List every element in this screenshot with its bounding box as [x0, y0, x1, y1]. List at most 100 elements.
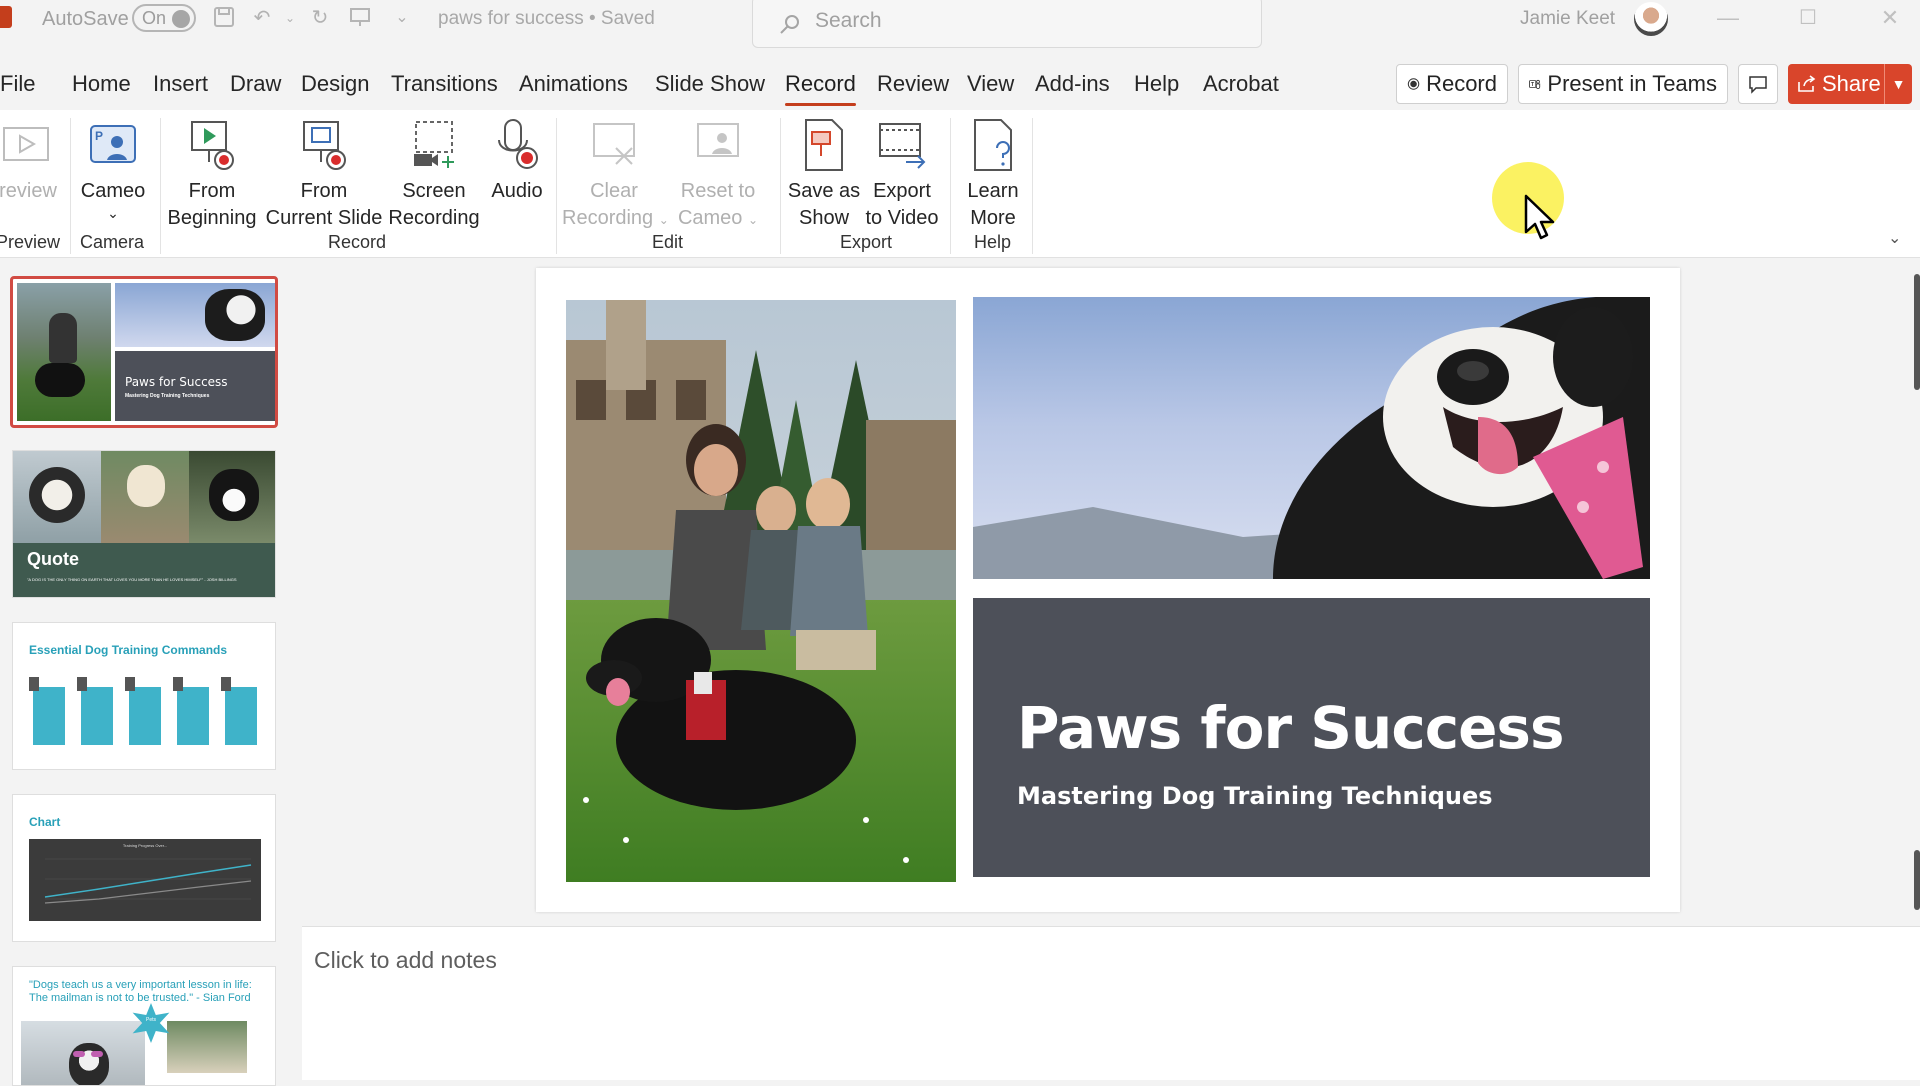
notes-placeholder: Click to add notes [314, 947, 497, 973]
cameo-label: Cameo [80, 180, 146, 202]
tab-review[interactable]: Review [877, 71, 949, 97]
share-icon [1798, 75, 1816, 92]
ribbon-record: review Preview P Cameo ⌄ Camera From Beg… [0, 110, 1920, 258]
vertical-scrollbar-thumb[interactable] [1914, 274, 1920, 390]
search-box[interactable]: Search [752, 0, 1262, 48]
ribbon-separator [1032, 118, 1033, 254]
undo-icon[interactable]: ↶ [250, 6, 274, 30]
tab-insert[interactable]: Insert [153, 71, 208, 97]
user-name[interactable]: Jamie Keet [1520, 8, 1615, 30]
customize-quick-access-icon[interactable]: ⌄ [390, 6, 414, 30]
document-title[interactable]: paws for success • Saved [438, 8, 655, 30]
group-label-export: Export [840, 232, 893, 252]
thumb-4-title: Chart [29, 815, 61, 829]
screen-recording-line1: Screen [402, 180, 466, 202]
record-button[interactable]: Record [1396, 64, 1508, 104]
share-button[interactable]: Share ▼ [1788, 64, 1912, 104]
tab-acrobat[interactable]: Acrobat [1203, 71, 1279, 97]
powerpoint-logo-icon [0, 6, 12, 28]
collapse-ribbon-chevron-icon[interactable]: ⌄ [1888, 228, 1901, 248]
thumb-2-quote: "A DOG IS THE ONLY THING ON EARTH THAT L… [27, 577, 237, 582]
thumb-5-quote: "Dogs teach us a very important lesson i… [29, 979, 252, 1004]
slide-thumbnail-1[interactable]: Paws for Success Mastering Dog Training … [10, 276, 278, 428]
tab-slide-show[interactable]: Slide Show [655, 71, 765, 97]
dog-selfie-photo[interactable] [973, 297, 1650, 579]
present-in-teams-button[interactable]: T Present in Teams [1518, 64, 1728, 104]
tab-transitions[interactable]: Transitions [391, 71, 498, 97]
thumb-3-title: Essential Dog Training Commands [29, 643, 228, 657]
autosave-toggle[interactable]: On [132, 4, 196, 32]
notes-pane[interactable]: Click to add notes [302, 926, 1920, 1080]
share-dropdown-chevron-icon[interactable]: ▼ [1884, 64, 1912, 104]
record-icon [1407, 78, 1420, 90]
screen-recording-button[interactable]: Screen Recording [388, 110, 480, 234]
thumb-quote-box: Quote "A DOG IS THE ONLY THING ON EARTH … [13, 543, 275, 597]
thumb-bulldog-photo [13, 451, 101, 543]
autosave-label: AutoSave [42, 8, 129, 30]
record-from-beginning-button[interactable]: From Beginning [166, 110, 258, 234]
audio-label: Audio [491, 180, 543, 202]
clear-recording-button[interactable]: Clear Recording ⌄ [562, 110, 669, 234]
comments-button[interactable] [1738, 64, 1778, 104]
tab-add-ins[interactable]: Add-ins [1035, 71, 1110, 97]
save-icon[interactable] [212, 6, 236, 30]
group-label-record: Record [328, 232, 387, 252]
present-in-teams-label: Present in Teams [1547, 71, 1717, 96]
record-from-current-slide-icon [303, 121, 346, 170]
redo-icon[interactable]: ↻ [308, 6, 332, 30]
screen-recording-icon [414, 121, 454, 168]
save-as-show-button[interactable]: Save as Show [786, 110, 862, 234]
slide-thumbnail-3[interactable]: Essential Dog Training Commands [12, 622, 276, 770]
learn-more-button[interactable]: Learn More [956, 110, 1030, 234]
thumb-1-subtitle: Mastering Dog Training Techniques [125, 393, 210, 399]
share-button-label: Share [1822, 71, 1881, 96]
audio-button[interactable]: Audio [484, 110, 550, 234]
family-dog-photo[interactable] [566, 300, 956, 882]
present-icon[interactable] [348, 6, 372, 30]
slide-thumbnail-5[interactable]: "Dogs teach us a very important lesson i… [12, 966, 276, 1086]
export-to-video-button[interactable]: Export to Video [864, 110, 940, 234]
preview-button[interactable]: review [0, 110, 62, 234]
thumb-title-box: Paws for Success Mastering Dog Training … [115, 351, 275, 421]
cameo-dropdown-chevron-icon[interactable]: ⌄ [76, 205, 150, 221]
teams-icon: T [1529, 79, 1541, 89]
ribbon-separator [950, 118, 951, 254]
minimize-icon[interactable]: — [1708, 2, 1748, 34]
maximize-icon[interactable]: ☐ [1788, 2, 1828, 34]
tab-design[interactable]: Design [301, 71, 369, 97]
tab-draw[interactable]: Draw [230, 71, 281, 97]
thumb-4-chart: Training Progress Over... [29, 839, 261, 921]
learn-more-line1: Learn [967, 180, 1019, 202]
from-current-line2: Current Slide [265, 207, 383, 229]
record-button-label: Record [1426, 71, 1497, 96]
tab-animations[interactable]: Animations [519, 71, 628, 97]
close-icon[interactable]: ✕ [1870, 2, 1910, 34]
tab-home[interactable]: Home [72, 71, 131, 97]
reset-cameo-line1: Reset to [680, 180, 756, 202]
reset-to-cameo-button[interactable]: Reset to Cameo ⌄ [668, 110, 768, 234]
undo-dropdown-chevron-icon[interactable]: ⌄ [278, 6, 302, 30]
cameo-button[interactable]: P Cameo ⌄ [76, 110, 150, 234]
scrollbar-marker[interactable] [1914, 850, 1920, 910]
title-box[interactable]: Paws for Success Mastering Dog Training … [973, 598, 1650, 877]
tab-record[interactable]: Record [785, 71, 856, 106]
slide-subtitle[interactable]: Mastering Dog Training Techniques [1017, 782, 1493, 810]
from-beginning-line1: From [188, 180, 236, 202]
toggle-knob [172, 10, 190, 28]
slide-thumbnail-4[interactable]: Chart Training Progress Over... [12, 794, 276, 942]
group-label-preview: Preview [0, 232, 61, 252]
search-placeholder: Search [815, 9, 882, 32]
record-from-current-slide-button[interactable]: From Current Slide [262, 110, 386, 234]
clear-recording-line2-text: Recording [562, 207, 654, 229]
avatar[interactable] [1634, 2, 1668, 36]
thumb-family-photo [17, 283, 111, 421]
tab-file[interactable]: File [0, 71, 35, 97]
tab-help[interactable]: Help [1134, 71, 1179, 97]
export-to-video-icon [879, 123, 926, 169]
save-as-show-line1: Save as [787, 180, 861, 202]
tab-view[interactable]: View [967, 71, 1014, 97]
clear-recording-icon [593, 123, 635, 165]
reset-cameo-line2: Cameo ⌄ [668, 205, 768, 234]
slide-thumbnail-2[interactable]: Quote "A DOG IS THE ONLY THING ON EARTH … [12, 450, 276, 598]
slide-title[interactable]: Paws for Success [1017, 694, 1564, 762]
